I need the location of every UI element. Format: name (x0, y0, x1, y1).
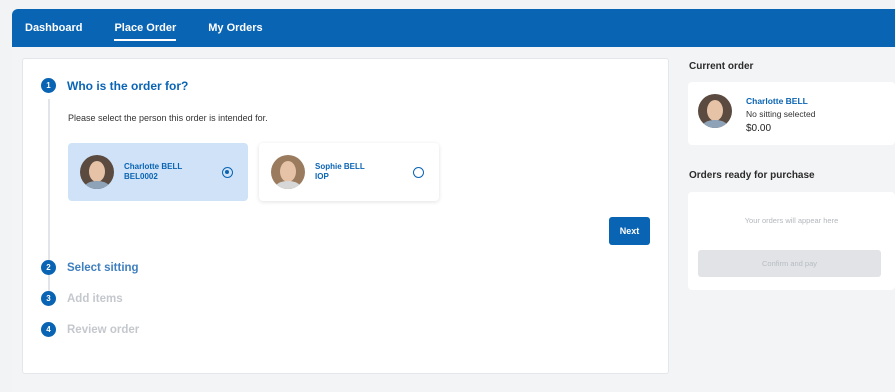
next-button[interactable]: Next (609, 217, 650, 245)
step-title: Select sitting (67, 261, 139, 274)
person-id: BEL0002 (124, 172, 158, 181)
tab-place-order[interactable]: Place Order (114, 9, 176, 47)
avatar (698, 94, 732, 128)
step-number-badge: 3 (41, 291, 56, 306)
confirm-and-pay-button[interactable]: Confirm and pay (698, 250, 881, 277)
current-order-title: Current order (689, 61, 754, 72)
step-title: Add items (67, 292, 123, 305)
avatar (271, 155, 305, 189)
ready-orders-card: Your orders will appear here Confirm and… (688, 192, 895, 290)
current-order-price: $0.00 (746, 123, 772, 134)
step-number-badge: 1 (41, 78, 56, 93)
person-name: Charlotte BELL (124, 162, 183, 171)
step-instruction: Please select the person this order is i… (68, 113, 268, 123)
order-wizard-card: 1 Who is the order for? Please select th… (22, 58, 669, 374)
avatar (80, 155, 114, 189)
person-name: Sophie BELL (315, 162, 365, 171)
top-navbar: Dashboard Place Order My Orders (12, 9, 895, 47)
ready-orders-title: Orders ready for purchase (689, 170, 815, 181)
step-title: Review order (67, 323, 140, 336)
tab-my-orders[interactable]: My Orders (208, 9, 262, 47)
step-3: 3 Add items (41, 291, 123, 306)
app-frame: Dashboard Place Order My Orders 1 Who is… (12, 9, 895, 392)
person-card-sophie[interactable]: Sophie BELL IOP (259, 143, 439, 201)
current-order-name: Charlotte BELL (746, 96, 808, 106)
step-title: Who is the order for? (67, 78, 189, 93)
current-order-card: Charlotte BELL No sitting selected $0.00 (688, 82, 895, 145)
step-4: 4 Review order (41, 322, 139, 337)
person-info: Charlotte BELL BEL0002 (124, 162, 214, 182)
current-order-status: No sitting selected (746, 109, 816, 119)
radio-unchecked-icon[interactable] (413, 166, 424, 178)
step-2[interactable]: 2 Select sitting (41, 260, 139, 275)
step-1: 1 Who is the order for? (41, 78, 188, 93)
step-number-badge: 4 (41, 322, 56, 337)
person-info: Sophie BELL IOP (315, 162, 405, 182)
person-card-charlotte[interactable]: Charlotte BELL BEL0002 (68, 143, 248, 201)
radio-checked-icon[interactable] (222, 166, 233, 178)
step-number-badge: 2 (41, 260, 56, 275)
tab-dashboard[interactable]: Dashboard (25, 9, 82, 47)
person-id: IOP (315, 172, 329, 181)
empty-orders-message: Your orders will appear here (744, 216, 839, 225)
